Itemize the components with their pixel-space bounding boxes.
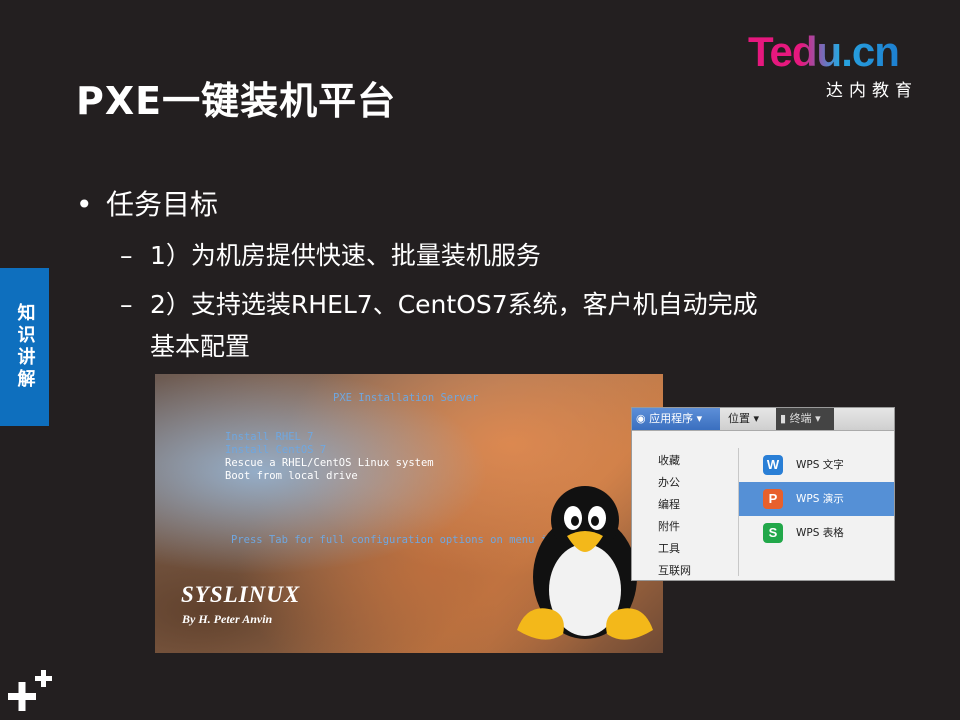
tedu-logo: Tedu.cn 达内教育 xyxy=(748,28,928,101)
bullet-task-goal: • 任务目标 xyxy=(76,183,218,223)
app-item-wps-spreadsheet[interactable]: S WPS 表格 xyxy=(739,516,894,550)
boot-menu-item[interactable]: Install CentOS 7 xyxy=(225,444,326,456)
category-item[interactable]: 收藏 xyxy=(658,452,680,468)
places-label: 位置 xyxy=(728,412,750,425)
category-item[interactable]: 工具 xyxy=(658,540,680,556)
boot-menu-item[interactable]: Install RHEL 7 xyxy=(225,431,314,443)
slide-title: PXE一键装机平台 xyxy=(76,79,397,123)
app-item-label: WPS 表格 xyxy=(796,527,844,539)
category-list: 收藏 办公 编程 附件 工具 互联网 xyxy=(632,430,738,580)
category-item[interactable]: 附件 xyxy=(658,518,680,534)
side-tab: 知识讲解 xyxy=(0,268,49,426)
sub-item-2-text: 2）支持选装RHEL7、CentOS7系统，客户机自动完成 xyxy=(150,290,758,319)
terminal-button[interactable]: ▮ 终端 ▾ xyxy=(776,408,834,430)
bullet-text: 任务目标 xyxy=(106,188,219,221)
chevron-down-icon: ▾ xyxy=(753,412,760,425)
app-item-label: WPS 文字 xyxy=(796,459,844,471)
pxe-boot-screenshot: PXE Installation Server Install RHEL 7 I… xyxy=(155,374,663,653)
category-item[interactable]: 办公 xyxy=(658,474,680,490)
sub-item-1-text: 1）为机房提供快速、批量装机服务 xyxy=(150,241,541,270)
sub-item-2: –2）支持选装RHEL7、CentOS7系统，客户机自动完成 xyxy=(120,285,758,321)
boot-header: PXE Installation Server xyxy=(333,392,479,404)
syslinux-author: By H. Peter Anvin xyxy=(182,612,273,626)
logo-word: Tedu.cn xyxy=(748,28,900,75)
sub-item-1: –1）为机房提供快速、批量装机服务 xyxy=(120,236,541,272)
boot-menu-item-selected[interactable]: Boot from local drive xyxy=(225,470,358,482)
plus-decoration-icon xyxy=(8,670,52,711)
category-item[interactable]: 编程 xyxy=(658,496,680,512)
chevron-down-icon: ▾ xyxy=(815,412,821,425)
sub-item-2-cont: 基本配置 xyxy=(150,332,251,361)
wps-presentation-icon: P xyxy=(763,489,783,509)
side-tab-label: 知识讲解 xyxy=(14,303,36,391)
gnome-foot-icon: ◉ xyxy=(636,412,646,425)
places-menu-button[interactable]: 位置 ▾ xyxy=(724,408,763,430)
dash: – xyxy=(120,241,133,270)
applications-menu-window: ◉ 应用程序 ▾ 位置 ▾ ▮ 终端 ▾ 收藏 办公 编程 附件 工具 互联网 … xyxy=(631,407,895,581)
logo-subtitle: 达内教育 xyxy=(826,81,918,101)
app-item-wps-presentation[interactable]: P WPS 演示 xyxy=(739,482,894,516)
chevron-down-icon: ▾ xyxy=(696,412,703,425)
applications-label: 应用程序 xyxy=(649,412,694,425)
category-item[interactable]: 互联网 xyxy=(658,562,691,578)
top-panel: ◉ 应用程序 ▾ 位置 ▾ ▮ 终端 ▾ xyxy=(632,408,894,431)
terminal-icon: ▮ xyxy=(780,412,787,425)
app-item-label: WPS 演示 xyxy=(796,493,844,505)
syslinux-brand: SYSLINUX xyxy=(181,582,301,607)
applications-menu-button[interactable]: ◉ 应用程序 ▾ xyxy=(632,408,720,430)
bullet-dot: • xyxy=(76,188,93,221)
boot-menu-item[interactable]: Rescue a RHEL/CentOS Linux system xyxy=(225,457,434,469)
dash: – xyxy=(120,290,133,319)
app-item-wps-writer[interactable]: W WPS 文字 xyxy=(739,448,894,482)
wps-writer-icon: W xyxy=(763,455,783,475)
terminal-label: 终端 xyxy=(789,412,812,425)
wps-spreadsheet-icon: S xyxy=(763,523,783,543)
